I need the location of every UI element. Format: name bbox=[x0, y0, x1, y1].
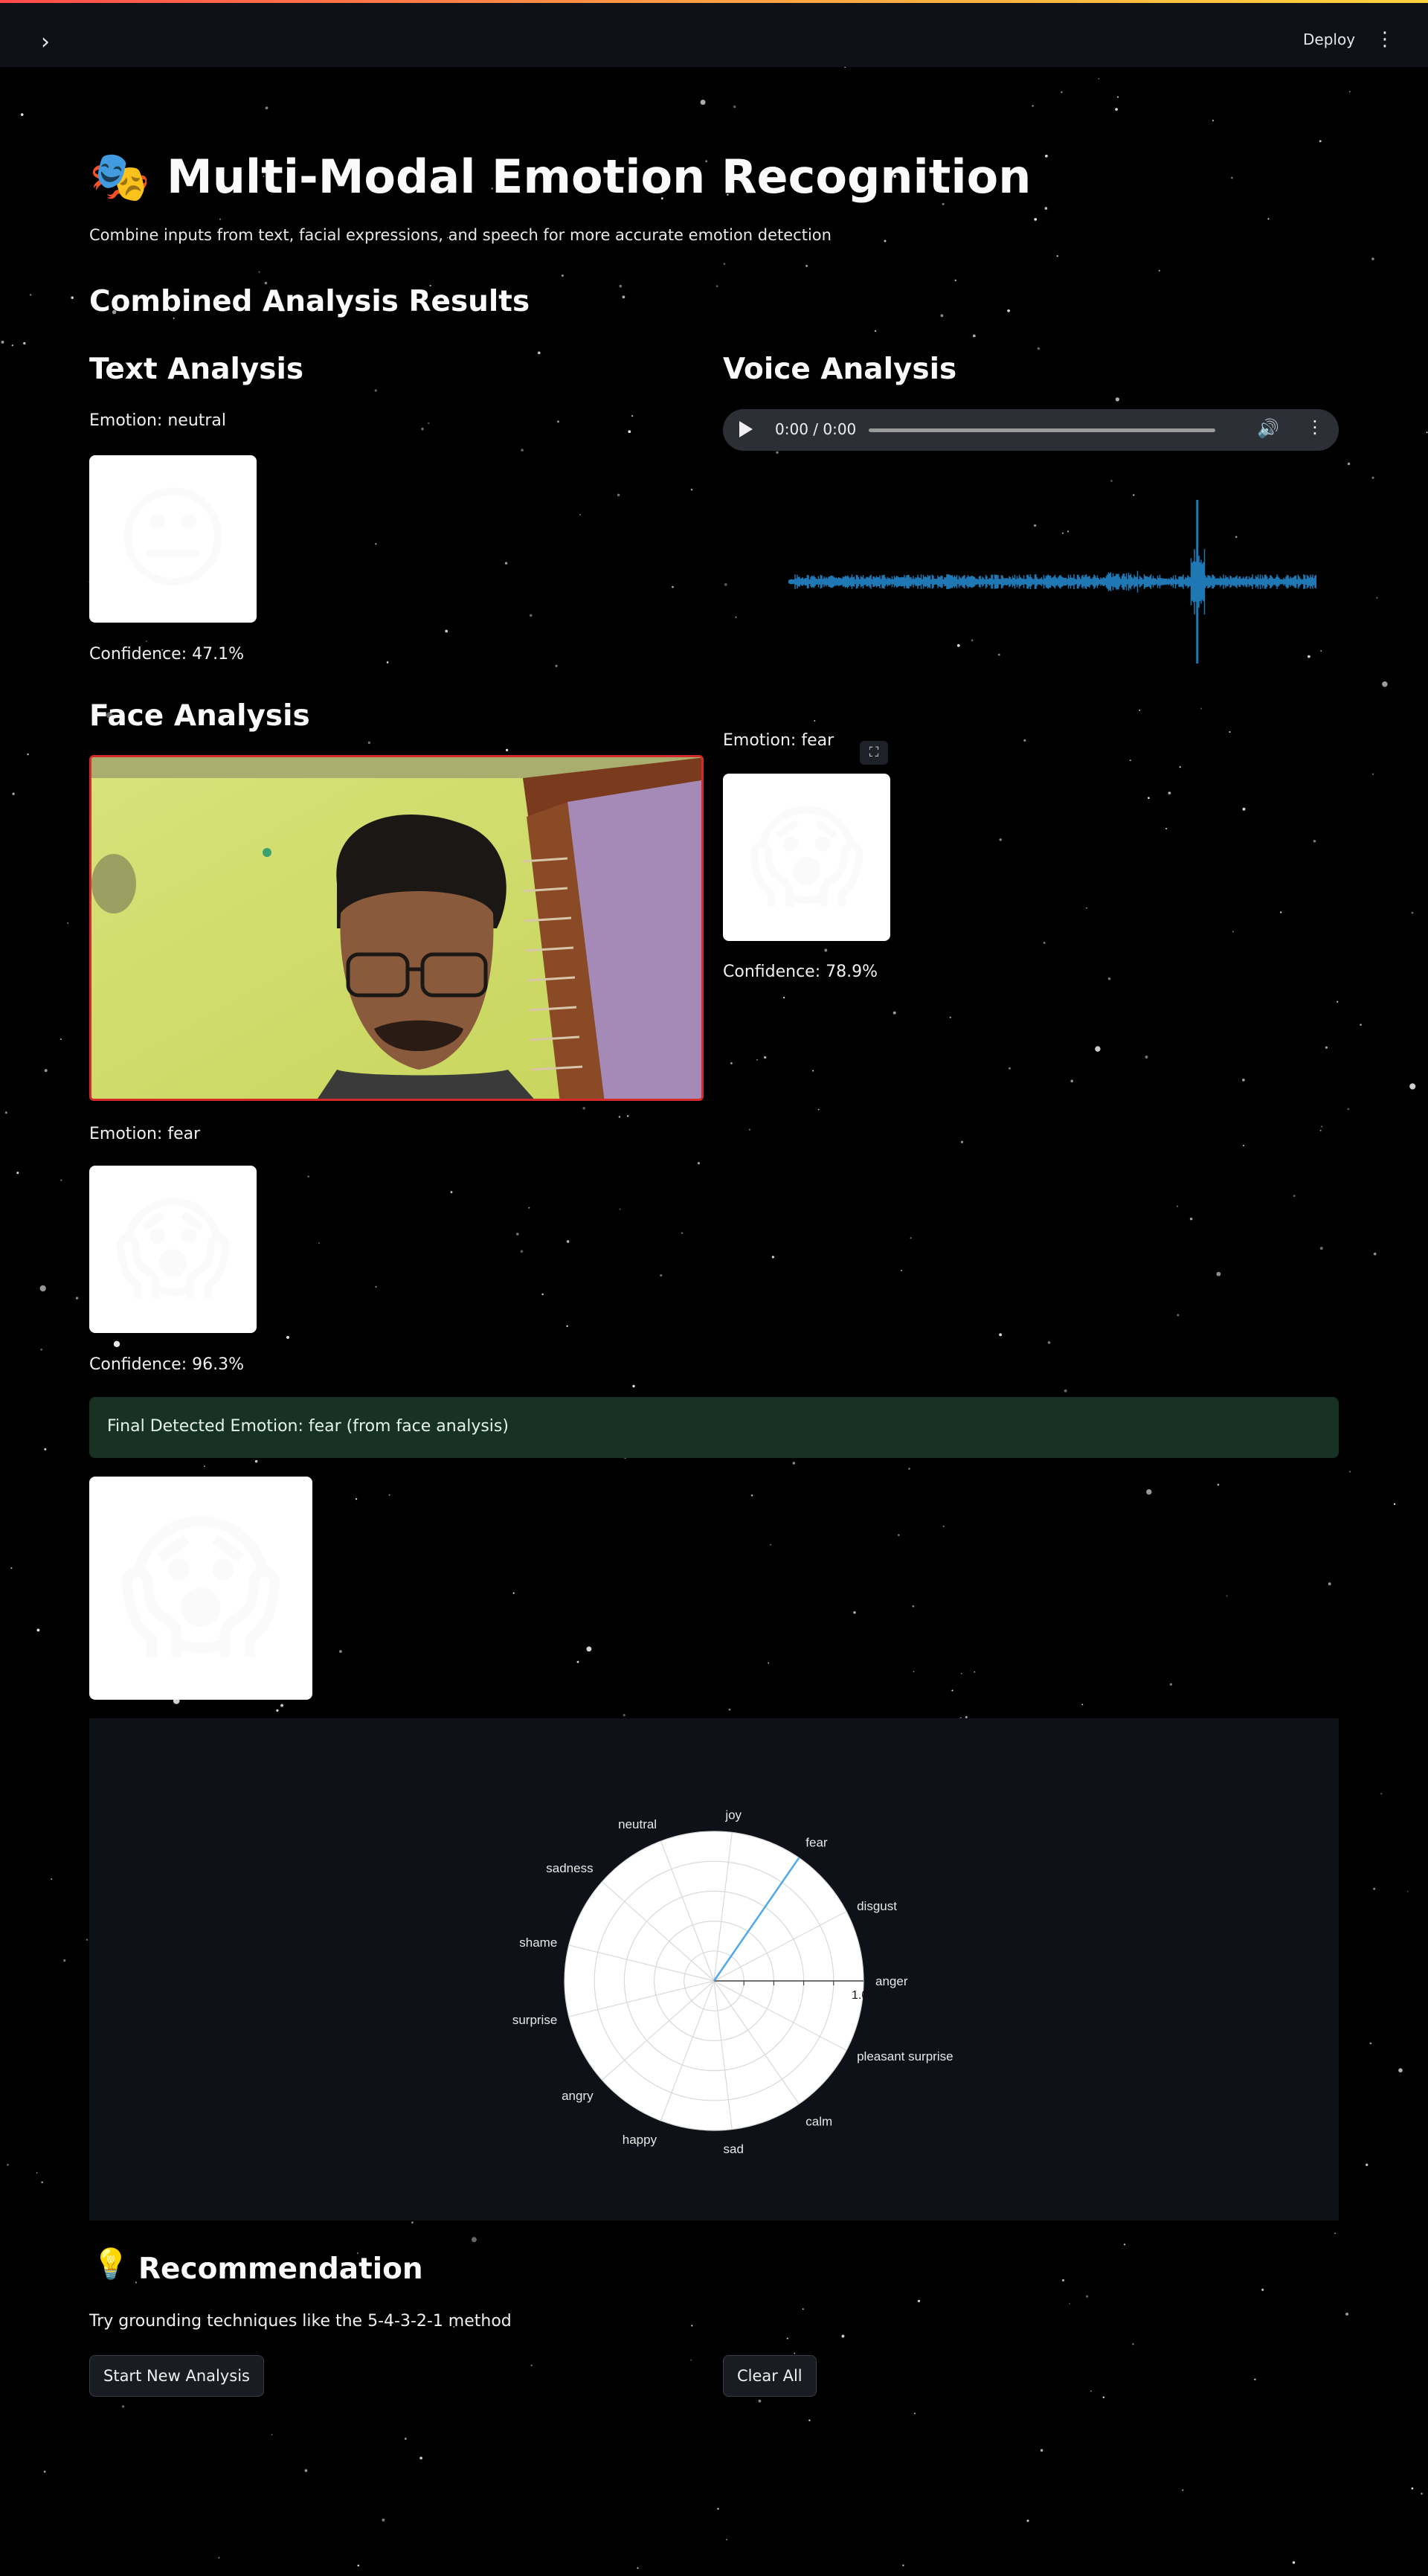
webcam-photo bbox=[91, 757, 701, 1099]
top-accent-line bbox=[0, 0, 1428, 3]
page-title: Multi-Modal Emotion Recognition bbox=[167, 150, 1032, 204]
face-emotion-image: 😱 bbox=[89, 1166, 257, 1333]
polar-chart-svg: 1.00anger disgust fear joy neutral sadness sha… bbox=[512, 1808, 953, 2156]
clear-all-button[interactable]: Clear All bbox=[723, 2355, 817, 2397]
face-side-emotion-label: Emotion: fear bbox=[723, 731, 834, 750]
fearful-face-icon: 😱 bbox=[748, 792, 865, 922]
fearful-face-icon: 😱 bbox=[115, 1184, 231, 1314]
volume-icon[interactable]: 🔊 bbox=[1257, 418, 1279, 439]
combined-results-heading: Combined Analysis Results bbox=[89, 285, 530, 318]
voice-waveform bbox=[788, 500, 1316, 664]
audio-time: 0:00 / 0:00 bbox=[775, 420, 857, 438]
face-confidence: Confidence: 96.3% bbox=[89, 1355, 244, 1374]
voice-analysis-heading: Voice Analysis bbox=[723, 353, 957, 386]
text-emotion-image: 😐 bbox=[89, 455, 257, 623]
recommendation-text: Try grounding techniques like the 5-4-3-… bbox=[89, 2312, 512, 2331]
top-bar: › Deploy ⋮ bbox=[0, 0, 1428, 67]
text-emotion-label: Emotion: neutral bbox=[89, 411, 227, 430]
polar-category-label: neutral bbox=[618, 1817, 657, 1831]
recommendation-heading: Recommendation bbox=[138, 2252, 423, 2286]
start-new-analysis-button[interactable]: Start New Analysis bbox=[89, 2355, 264, 2397]
polar-category-label: sadness bbox=[546, 1861, 593, 1875]
polar-category-label: pleasant surprise bbox=[857, 2049, 953, 2063]
polar-category-label: happy bbox=[623, 2133, 657, 2147]
final-emotion-alert: Final Detected Emotion: fear (from face … bbox=[89, 1397, 1339, 1458]
chevron-right-icon[interactable]: › bbox=[34, 31, 57, 54]
polar-category-label: surprise bbox=[512, 2013, 557, 2027]
polar-category-label: shame bbox=[519, 1936, 557, 1950]
neutral-face-icon: 😐 bbox=[115, 474, 231, 604]
deploy-button[interactable]: Deploy bbox=[1296, 27, 1363, 52]
polar-radial-tick-label: 1.00 bbox=[852, 1989, 875, 2002]
audio-player[interactable]: 0:00 / 0:00 🔊 ⋮ bbox=[723, 409, 1339, 451]
face-emotion-label: Emotion: fear bbox=[89, 1125, 201, 1143]
text-analysis-heading: Text Analysis bbox=[89, 353, 304, 386]
main-content: 🎭 Multi-Modal Emotion Recognition Combin… bbox=[0, 0, 1428, 2576]
fullscreen-icon[interactable]: ⛶ bbox=[860, 741, 888, 765]
final-emotion-text: Final Detected Emotion: fear (from face … bbox=[107, 1417, 509, 1436]
kebab-menu-icon[interactable]: ⋮ bbox=[1372, 27, 1398, 52]
audio-progress-track[interactable] bbox=[869, 428, 1215, 432]
theater-masks-icon: 🎭 bbox=[89, 148, 151, 205]
play-icon[interactable] bbox=[739, 421, 753, 437]
polar-category-label: calm bbox=[805, 2115, 832, 2129]
waveform-path bbox=[788, 500, 1316, 664]
lightbulb-icon: 💡 bbox=[92, 2247, 129, 2281]
face-side-emotion-image: 😱 bbox=[723, 774, 890, 941]
polar-category-label: disgust bbox=[857, 1899, 897, 1913]
polar-category-label: joy bbox=[724, 1808, 742, 1822]
face-analysis-heading: Face Analysis bbox=[89, 699, 310, 733]
page-subtitle: Combine inputs from text, facial express… bbox=[89, 226, 832, 244]
face-side-confidence: Confidence: 78.9% bbox=[723, 963, 878, 981]
audio-more-icon[interactable]: ⋮ bbox=[1306, 417, 1324, 437]
emotion-polar-chart: 1.00 anger disgust fear joy neutral sadness sha… bbox=[89, 1718, 1339, 2220]
fearful-face-icon: 😱 bbox=[119, 1497, 283, 1679]
final-emotion-image: 😱 bbox=[89, 1477, 312, 1700]
polar-category-label: sad bbox=[723, 2142, 743, 2156]
text-confidence: Confidence: 47.1% bbox=[89, 645, 244, 664]
webcam-capture-image bbox=[89, 755, 704, 1101]
polar-category-label: anger bbox=[875, 1974, 908, 1988]
polar-category-label: angry bbox=[562, 2089, 594, 2103]
polar-category-label: fear bbox=[805, 1835, 828, 1849]
